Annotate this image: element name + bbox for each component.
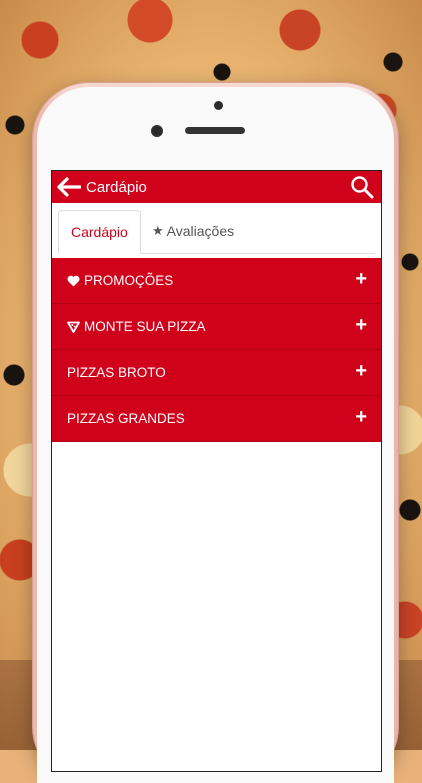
tab-avaliacoes-label: Avaliações — [166, 223, 235, 239]
section-pizzas-broto[interactable]: PIZZAS BROTO + — [52, 350, 381, 396]
star-icon: ★ — [152, 223, 164, 238]
section-label: PIZZAS BROTO — [67, 365, 166, 380]
section-label: PROMOÇÕES — [84, 273, 174, 288]
earpiece-speaker — [185, 127, 245, 134]
section-promocoes[interactable]: PROMOÇÕES + — [52, 258, 381, 304]
expand-plus-icon[interactable]: + — [355, 315, 367, 335]
pizza-slice-icon — [67, 321, 81, 333]
expand-plus-icon[interactable]: + — [355, 407, 367, 427]
search-icon[interactable] — [350, 175, 374, 199]
app-header: Cardápio — [52, 171, 381, 203]
arrow-left-icon[interactable] — [56, 176, 82, 198]
expand-plus-icon[interactable]: + — [355, 361, 367, 381]
tab-bar: Cardápio ★ Avaliações — [58, 203, 375, 254]
front-camera — [151, 125, 163, 137]
section-label: PIZZAS GRANDES — [67, 411, 185, 426]
expand-plus-icon[interactable]: + — [355, 269, 367, 289]
tab-avaliacoes[interactable]: ★ Avaliações — [152, 210, 234, 252]
tab-cardapio[interactable]: Cardápio — [58, 210, 141, 254]
section-monte-sua-pizza[interactable]: MONTE SUA PIZZA + — [52, 304, 381, 350]
front-sensor — [214, 101, 223, 110]
heart-icon — [67, 275, 81, 287]
app-screen: Cardápio Cardápio ★ Avaliações PROMOÇÕES… — [51, 170, 382, 772]
section-label: MONTE SUA PIZZA — [84, 319, 206, 334]
tab-cardapio-label: Cardápio — [71, 224, 128, 240]
menu-section-list: PROMOÇÕES + MONTE SUA PIZZA + PIZZAS BRO… — [52, 258, 381, 442]
page-title: Cardápio — [86, 178, 147, 196]
section-pizzas-grandes[interactable]: PIZZAS GRANDES + — [52, 396, 381, 442]
